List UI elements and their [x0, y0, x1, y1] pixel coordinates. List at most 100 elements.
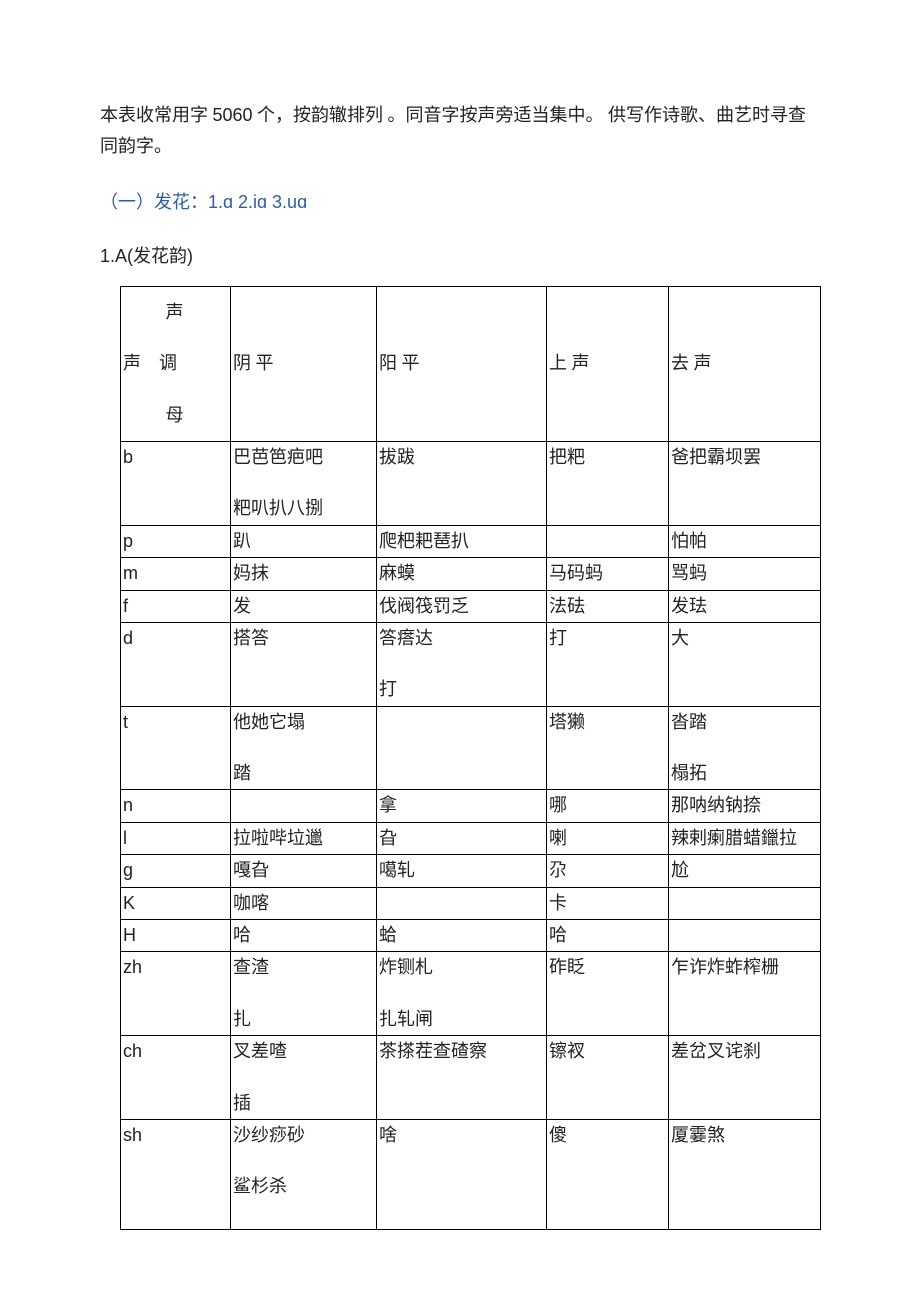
cell: 傻 — [547, 1119, 669, 1229]
cell: 法砝 — [547, 590, 669, 622]
subsection-title: 1.A(发花韵) — [100, 242, 820, 268]
cell: 差岔叉诧刹 — [669, 1036, 821, 1120]
cell: 炸铡札扎轧闸 — [377, 952, 547, 1036]
table-row: l 拉啦哔垃邋 旮 喇 辣剌瘌腊蜡鑞拉 — [121, 822, 821, 854]
cell: 辣剌瘌腊蜡鑞拉 — [669, 822, 821, 854]
cell: 嘎旮 — [231, 855, 377, 887]
cell: 爬杷耙琶扒 — [377, 525, 547, 557]
cell: 马码蚂 — [547, 558, 669, 590]
cell: 妈抹 — [231, 558, 377, 590]
cell: 沓踏榻拓 — [669, 706, 821, 790]
cell: 尕 — [547, 855, 669, 887]
cell: 把粑 — [547, 441, 669, 525]
cell: 搭答 — [231, 622, 377, 706]
cell: 沙纱痧砂鲨杉杀 — [231, 1119, 377, 1229]
cell: 拔跋 — [377, 441, 547, 525]
cell: 答瘩达打 — [377, 622, 547, 706]
header-tone4: 去 声 — [669, 286, 821, 441]
cell: 茶搽茬查碴察 — [377, 1036, 547, 1120]
cell: 打 — [547, 622, 669, 706]
initial-cell: b — [121, 441, 231, 525]
initial-cell: l — [121, 822, 231, 854]
initial-cell: n — [121, 790, 231, 822]
table-row: zh 查渣扎 炸铡札扎轧闸 砟眨 乍诈炸蚱榨栅 — [121, 952, 821, 1036]
cell — [377, 706, 547, 790]
cell: 发珐 — [669, 590, 821, 622]
cell: 尬 — [669, 855, 821, 887]
table-row: t 他她它塌踏 塔獭 沓踏榻拓 — [121, 706, 821, 790]
table-header-row: 声 声 调 母 阴 平 阳 平 上 声 去 声 — [121, 286, 821, 441]
initial-cell: d — [121, 622, 231, 706]
initial-cell: sh — [121, 1119, 231, 1229]
table-row: d 搭答 答瘩达打 打 大 — [121, 622, 821, 706]
cell: 趴 — [231, 525, 377, 557]
cell — [669, 887, 821, 919]
cell: 乍诈炸蚱榨栅 — [669, 952, 821, 1036]
cell: 拿 — [377, 790, 547, 822]
table-row: ch 叉差喳插 茶搽茬查碴察 镲衩 差岔叉诧刹 — [121, 1036, 821, 1120]
intro-text-a: 本表收常用字 — [100, 105, 213, 125]
cell: 骂蚂 — [669, 558, 821, 590]
cell: 查渣扎 — [231, 952, 377, 1036]
cell: 哈 — [231, 920, 377, 952]
cell: 厦霎煞 — [669, 1119, 821, 1229]
cell: 蛤 — [377, 920, 547, 952]
table-row: p 趴 爬杷耙琶扒 怕帕 — [121, 525, 821, 557]
header-tone2: 阳 平 — [377, 286, 547, 441]
initial-cell: t — [121, 706, 231, 790]
cell: 巴芭笆疤吧粑叭扒八捌 — [231, 441, 377, 525]
header-tone3: 上 声 — [547, 286, 669, 441]
cell: 砟眨 — [547, 952, 669, 1036]
cell — [231, 790, 377, 822]
cell: 伐阀筏罚乏 — [377, 590, 547, 622]
sub-num: 1.A( — [100, 246, 133, 266]
cell: 爸把霸坝罢 — [669, 441, 821, 525]
cell: 大 — [669, 622, 821, 706]
cell: 那呐纳钠捺 — [669, 790, 821, 822]
char-count: 5060 — [213, 105, 253, 125]
initial-cell: m — [121, 558, 231, 590]
initial-cell: H — [121, 920, 231, 952]
table-row: H 哈 蛤 哈 — [121, 920, 821, 952]
cell: 噶轧 — [377, 855, 547, 887]
header-initial: 声 声 调 母 — [121, 286, 231, 441]
table-row: g 嘎旮 噶轧 尕 尬 — [121, 855, 821, 887]
table-row: sh 沙纱痧砂鲨杉杀 啥 傻 厦霎煞 — [121, 1119, 821, 1229]
section-title: （一）发花：1.ɑ 2.iɑ 3.uɑ — [100, 187, 820, 218]
initial-cell: zh — [121, 952, 231, 1036]
cell — [377, 887, 547, 919]
cell: 啥 — [377, 1119, 547, 1229]
cell: 旮 — [377, 822, 547, 854]
section-prefix: （一）发花： — [100, 192, 208, 212]
cell: 镲衩 — [547, 1036, 669, 1120]
table-row: b 巴芭笆疤吧粑叭扒八捌 拔跋 把粑 爸把霸坝罢 — [121, 441, 821, 525]
rhyme-table: 声 声 调 母 阴 平 阳 平 上 声 去 声 b 巴芭笆疤吧粑叭扒八捌 拔跋 … — [120, 286, 821, 1230]
cell: 拉啦哔垃邋 — [231, 822, 377, 854]
cell: 叉差喳插 — [231, 1036, 377, 1120]
table-row: m 妈抹 麻蟆 马码蚂 骂蚂 — [121, 558, 821, 590]
cell — [547, 525, 669, 557]
cell: 咖喀 — [231, 887, 377, 919]
cell: 塔獭 — [547, 706, 669, 790]
cell: 哈 — [547, 920, 669, 952]
cell: 发 — [231, 590, 377, 622]
initial-cell: g — [121, 855, 231, 887]
table-row: n 拿 哪 那呐纳钠捺 — [121, 790, 821, 822]
initial-cell: ch — [121, 1036, 231, 1120]
table-row: f 发 伐阀筏罚乏 法砝 发珐 — [121, 590, 821, 622]
initial-cell: f — [121, 590, 231, 622]
cell: 他她它塌踏 — [231, 706, 377, 790]
cell: 喇 — [547, 822, 669, 854]
cell — [669, 920, 821, 952]
cell: 怕帕 — [669, 525, 821, 557]
header-tone1: 阴 平 — [231, 286, 377, 441]
section-codes: 1.ɑ 2.iɑ 3.uɑ — [208, 192, 307, 212]
cell: 哪 — [547, 790, 669, 822]
initial-cell: p — [121, 525, 231, 557]
table-row: K 咖喀 卡 — [121, 887, 821, 919]
sub-cn: 发花韵 — [133, 246, 187, 266]
cell: 麻蟆 — [377, 558, 547, 590]
cell: 卡 — [547, 887, 669, 919]
intro-paragraph: 本表收常用字 5060 个，按韵辙排列 。同音字按声旁适当集中。 供写作诗歌、曲… — [100, 100, 820, 161]
sub-close: ) — [187, 246, 193, 266]
